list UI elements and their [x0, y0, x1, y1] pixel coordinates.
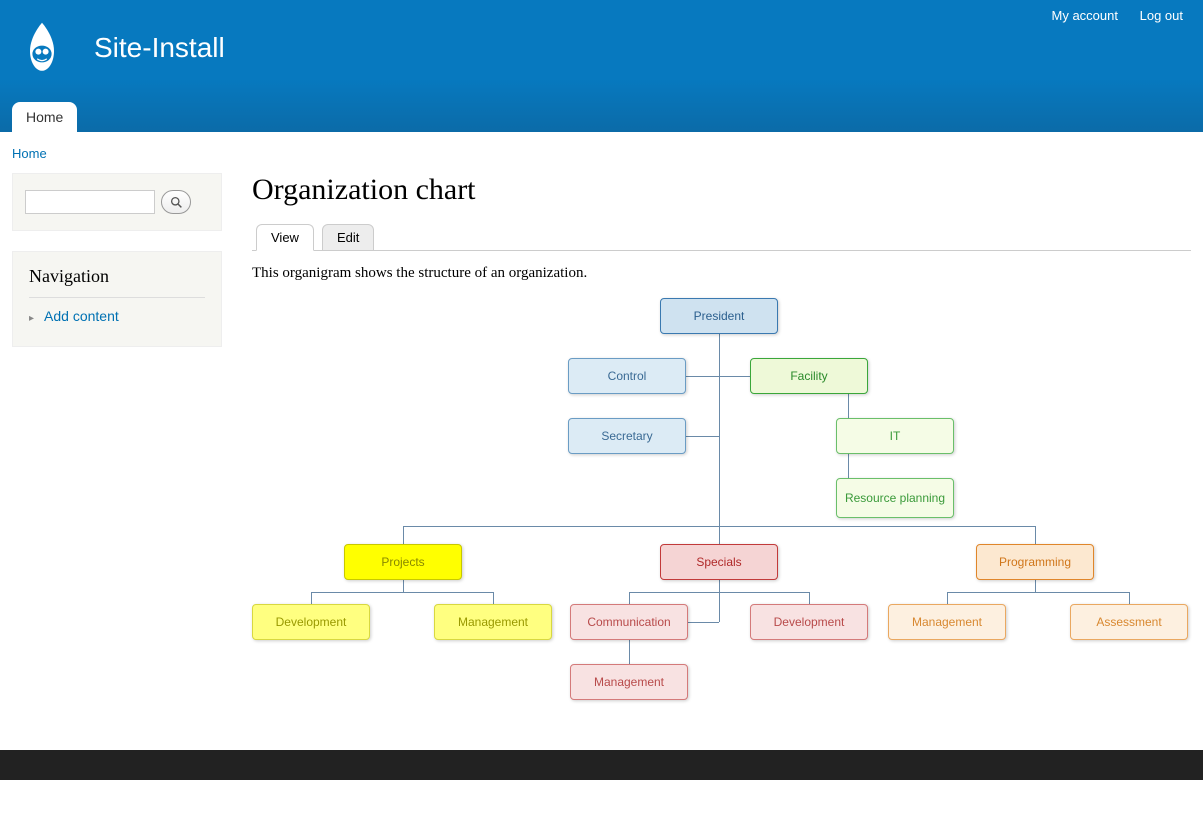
org-node-management3[interactable]: Management	[570, 664, 688, 700]
org-node-assessment[interactable]: Assessment	[1070, 604, 1188, 640]
org-node-specials[interactable]: Specials	[660, 544, 778, 580]
search-button[interactable]	[161, 190, 191, 214]
connector-line	[719, 592, 809, 593]
org-node-resource[interactable]: Resource planning	[836, 478, 954, 518]
connector-line	[403, 580, 404, 592]
org-node-control[interactable]: Control	[568, 358, 686, 394]
add-content-link[interactable]: Add content	[44, 308, 119, 324]
search-block	[12, 173, 222, 231]
user-links: My account Log out	[1034, 8, 1183, 23]
connector-line	[403, 526, 404, 544]
connector-line	[311, 592, 403, 593]
search-icon	[170, 196, 183, 209]
org-node-communication[interactable]: Communication	[570, 604, 688, 640]
connector-line	[947, 592, 1035, 593]
org-node-management1[interactable]: Management	[434, 604, 552, 640]
breadcrumb-home[interactable]: Home	[12, 146, 47, 161]
connector-line	[686, 436, 719, 437]
connector-line	[719, 334, 720, 526]
footer	[0, 750, 1203, 780]
main-tabs: Home	[12, 102, 77, 132]
connector-line	[629, 592, 630, 604]
connector-line	[403, 592, 493, 593]
connector-line	[719, 580, 720, 622]
org-node-it[interactable]: IT	[836, 418, 954, 454]
connector-line	[493, 592, 494, 604]
connector-line	[311, 592, 312, 604]
org-node-development1[interactable]: Development	[252, 604, 370, 640]
breadcrumb: Home	[0, 132, 1203, 161]
tab-view[interactable]: View	[256, 224, 314, 251]
search-input[interactable]	[25, 190, 155, 214]
tab-home[interactable]: Home	[12, 102, 77, 132]
connector-line	[1035, 580, 1036, 592]
drupal-logo-icon	[12, 18, 72, 78]
logo-area: Site-Install	[0, 0, 1203, 78]
page-description: This organigram shows the structure of a…	[252, 265, 1191, 282]
navigation-block: Navigation Add content	[12, 251, 222, 347]
site-header: My account Log out Site-Install Home	[0, 0, 1203, 132]
page-tabs: View Edit	[252, 223, 1191, 251]
connector-line	[809, 592, 810, 604]
main-content: Organization chart View Edit This organi…	[252, 173, 1191, 718]
org-node-programming[interactable]: Programming	[976, 544, 1094, 580]
my-account-link[interactable]: My account	[1052, 8, 1118, 23]
nav-item-add-content: Add content	[29, 308, 205, 326]
site-title[interactable]: Site-Install	[94, 32, 225, 64]
org-node-development2[interactable]: Development	[750, 604, 868, 640]
connector-line	[1035, 526, 1036, 544]
sidebar: Navigation Add content	[12, 173, 222, 718]
connector-line	[1129, 592, 1130, 604]
org-node-secretary[interactable]: Secretary	[568, 418, 686, 454]
org-chart: President Control Facility Secretary IT Resou…	[252, 298, 1191, 718]
connector-line	[1035, 592, 1129, 593]
connector-line	[629, 592, 719, 593]
connector-line	[686, 376, 719, 377]
connector-line	[947, 592, 948, 604]
logout-link[interactable]: Log out	[1140, 8, 1183, 23]
connector-line	[719, 376, 750, 377]
org-node-president[interactable]: President	[660, 298, 778, 334]
org-node-facility[interactable]: Facility	[750, 358, 868, 394]
page-title: Organization chart	[252, 173, 1191, 207]
org-node-management2[interactable]: Management	[888, 604, 1006, 640]
tab-edit[interactable]: Edit	[322, 224, 374, 251]
org-node-projects[interactable]: Projects	[344, 544, 462, 580]
connector-line	[719, 526, 720, 544]
nav-title: Navigation	[29, 266, 205, 298]
